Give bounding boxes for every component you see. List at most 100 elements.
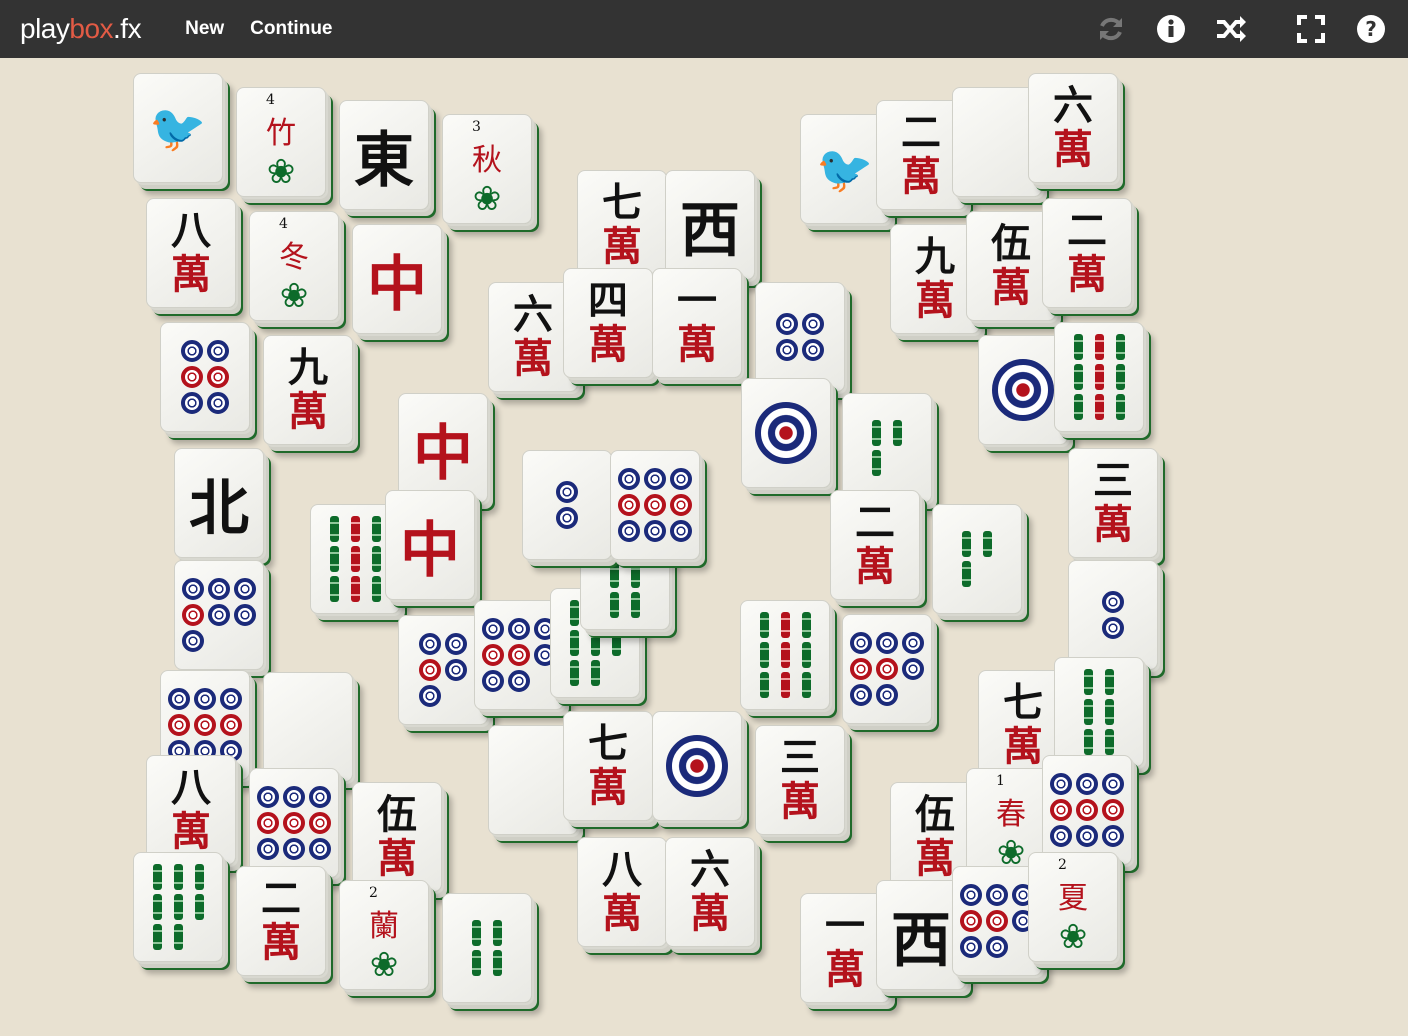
bamboo-stick-icon [1094, 394, 1104, 420]
dots-grid [1050, 773, 1124, 847]
tile-char[interactable]: 九萬 [263, 335, 353, 445]
tile-number: 六 [690, 846, 730, 893]
info-icon[interactable] [1154, 12, 1188, 46]
dot-icon [876, 632, 898, 654]
bamboo-stick-icon [1084, 729, 1093, 755]
logo[interactable]: playbox.fx [20, 13, 142, 45]
tile-char[interactable]: 七萬 [577, 170, 667, 280]
bamboo-stick-icon [1105, 729, 1114, 755]
tile-bamboo[interactable] [740, 600, 830, 710]
tile-flower: 4竹 [266, 92, 296, 152]
tile-honor[interactable]: 東 [339, 100, 429, 210]
tile-wan: 萬 [513, 335, 553, 382]
tile-dots[interactable] [522, 450, 612, 560]
tile-bamboo[interactable] [133, 852, 223, 962]
tile-honor: 中 [413, 418, 473, 489]
dot-icon [776, 339, 798, 361]
bamboo-stick-icon [493, 920, 502, 946]
tile-char[interactable]: 二萬 [236, 866, 326, 976]
bamboo-stick-icon [780, 642, 790, 668]
tile-char[interactable]: 三萬 [755, 725, 845, 835]
bamboo-stick-icon [780, 672, 790, 698]
dot-icon [986, 936, 1008, 958]
shuffle-icon[interactable] [1214, 12, 1248, 46]
bamboo-stick-icon [1115, 334, 1125, 360]
flower-number: 4 [266, 92, 275, 108]
tile-flower[interactable]: 4 冬 ❀ [249, 211, 339, 321]
tile-flower[interactable]: 3 秋 ❀ [442, 114, 532, 224]
tile-flower[interactable]: 2 夏 ❀ [1028, 852, 1118, 962]
dot-icon [234, 604, 256, 626]
tile-bamboo[interactable] [1054, 322, 1144, 432]
tile-bamboo[interactable] [842, 393, 932, 503]
tile-char[interactable]: 八萬 [146, 198, 236, 308]
dot-icon [960, 936, 982, 958]
tile-honor[interactable]: 西 [665, 170, 755, 280]
tile-honor[interactable]: 中 [398, 393, 488, 503]
tile-char[interactable]: 三萬 [1068, 448, 1158, 558]
tile-char[interactable]: 八萬 [577, 837, 667, 947]
tile-honor[interactable]: 中 [385, 490, 475, 600]
tile-honor: 西 [680, 195, 740, 266]
tile-dots[interactable] [174, 560, 264, 670]
tile-dots[interactable] [741, 378, 831, 488]
tile-char[interactable]: 二萬 [830, 490, 920, 600]
dots-grid [1102, 591, 1124, 639]
tile-bamboo[interactable] [1054, 657, 1144, 767]
tile-dots[interactable] [755, 282, 845, 392]
continue-button[interactable]: Continue [250, 18, 332, 40]
flower-char: 秋 [472, 143, 502, 178]
tile-honor[interactable]: 中 [352, 224, 442, 334]
tile-char[interactable]: 六萬 [1028, 73, 1118, 183]
tile-char[interactable]: 八萬 [146, 755, 236, 865]
tile-bamboo[interactable] [442, 893, 532, 1003]
dot-icon [1050, 825, 1072, 847]
tile-dots[interactable] [160, 322, 250, 432]
tile-wan: 萬 [588, 764, 628, 811]
tile-honor[interactable]: 北 [174, 448, 264, 558]
tile-wan: 萬 [780, 778, 820, 825]
bamboo-stick-icon [569, 600, 579, 626]
new-game-button[interactable]: New [185, 18, 224, 40]
bamboo-grid [958, 531, 996, 587]
dot-icon [1076, 773, 1098, 795]
dot-icon [1076, 799, 1098, 821]
tile-dots[interactable] [842, 614, 932, 724]
tile-dots[interactable] [249, 768, 339, 878]
tile-char[interactable]: 四萬 [563, 268, 653, 378]
tile-flower[interactable]: 4 竹 ❀ [236, 87, 326, 197]
tile-flower[interactable]: 2 蘭 ❀ [339, 880, 429, 990]
dot-icon [508, 670, 530, 692]
bamboo-stick-icon [759, 612, 769, 638]
tile-wan: 萬 [377, 835, 417, 882]
tile-wan: 萬 [1003, 723, 1043, 770]
refresh-icon[interactable] [1094, 12, 1128, 46]
bamboo-stick-icon [962, 561, 971, 587]
logo-box: box [69, 13, 114, 44]
tile-dots[interactable] [610, 450, 700, 560]
dots-grid [181, 340, 229, 414]
help-icon[interactable]: ? [1354, 12, 1388, 46]
tile-dots[interactable] [652, 711, 742, 821]
dot-icon [194, 714, 216, 736]
tile-char[interactable]: 一萬 [652, 268, 742, 378]
bamboo-stick-icon [872, 420, 881, 446]
dots-grid [419, 633, 467, 707]
tile-char[interactable]: 七萬 [563, 711, 653, 821]
tile-char[interactable]: 伍萬 [352, 782, 442, 892]
tile-bamboo[interactable] [932, 504, 1022, 614]
bamboo-stick-icon [590, 660, 600, 686]
tile-dots[interactable] [1068, 560, 1158, 670]
bamboo-stick-icon [569, 660, 579, 686]
bamboo-stick-icon [610, 592, 619, 618]
tile-char[interactable]: 六萬 [665, 837, 755, 947]
tile-wan: 萬 [825, 946, 865, 993]
tile-char[interactable]: 二萬 [1042, 198, 1132, 308]
tile-bamboo[interactable]: 🐦 [133, 73, 223, 183]
tile-blank[interactable] [263, 672, 353, 782]
bamboo-stick-icon [1073, 364, 1083, 390]
fullscreen-icon[interactable] [1294, 12, 1328, 46]
dot-icon [168, 688, 190, 710]
tile-dots[interactable] [1042, 755, 1132, 865]
bamboo-stick-icon [1094, 334, 1104, 360]
